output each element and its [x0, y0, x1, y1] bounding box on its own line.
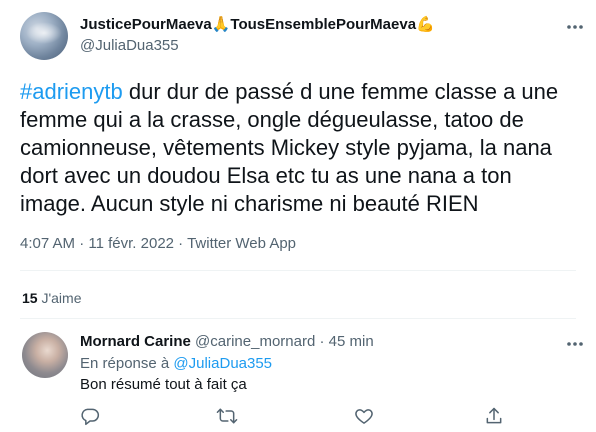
- author-block: JusticePourMaeva🙏TousEnsemblePourMaeva💪 …: [80, 15, 435, 56]
- replying-to: En réponse à @JuliaDua355: [80, 354, 272, 374]
- author-display-name[interactable]: JusticePourMaeva🙏TousEnsemblePourMaeva💪: [80, 15, 435, 35]
- praying-hands-emoji: 🙏: [211, 16, 231, 33]
- flexed-biceps-emoji: 💪: [416, 16, 435, 33]
- reply-author-avatar[interactable]: [22, 332, 68, 378]
- more-options-icon[interactable]: [565, 17, 585, 37]
- meta-separator: ·: [174, 235, 188, 252]
- author-avatar[interactable]: [20, 12, 68, 60]
- tweet-source: Twitter Web App: [187, 235, 297, 252]
- display-name-part2: TousEnsemblePourMaeva: [230, 16, 417, 33]
- likes-label: J'aime: [37, 290, 82, 306]
- hashtag-link[interactable]: #adrienytb: [20, 79, 123, 104]
- likes-count: 15: [22, 290, 38, 306]
- divider: [20, 270, 576, 271]
- likes-count-link[interactable]: 15 J'aime: [22, 289, 82, 307]
- display-name-part1: JusticePourMaeva: [80, 16, 212, 33]
- reply-time[interactable]: 45 min: [329, 333, 374, 350]
- tweet-meta: 4:07 AM · 11 févr. 2022 · Twitter Web Ap…: [20, 234, 296, 254]
- replying-to-label: En réponse à: [80, 355, 174, 372]
- reply-header: Mornard Carine @carine_mornard · 45 min: [80, 332, 374, 352]
- replying-to-mention[interactable]: @JuliaDua355: [173, 355, 272, 372]
- author-handle[interactable]: @JuliaDua355: [80, 36, 435, 56]
- retweet-icon[interactable]: [216, 406, 238, 426]
- reply-icon[interactable]: [80, 406, 100, 426]
- share-icon[interactable]: [484, 406, 504, 426]
- meta-separator: ·: [75, 235, 89, 252]
- reply-text: Bon résumé tout à fait ça: [80, 376, 247, 393]
- tweet-time[interactable]: 4:07 AM: [20, 235, 75, 252]
- divider: [20, 318, 576, 319]
- tweet-date[interactable]: 11 févr. 2022: [88, 235, 174, 252]
- tweet-text: #adrienytb dur dur de passé d une femme …: [20, 78, 580, 218]
- reply-tweet: Mornard Carine @carine_mornard · 45 min …: [0, 322, 596, 432]
- meta-separator: ·: [315, 333, 329, 350]
- like-icon[interactable]: [354, 406, 374, 426]
- reply-author-handle[interactable]: @carine_mornard: [195, 333, 315, 350]
- reply-actions: [80, 406, 520, 428]
- reply-author-name[interactable]: Mornard Carine: [80, 333, 191, 350]
- more-options-icon[interactable]: [565, 334, 585, 354]
